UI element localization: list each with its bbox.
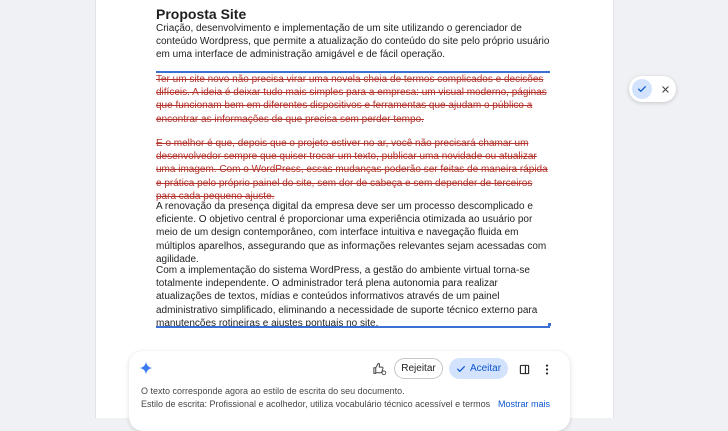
inserted-paragraph-1[interactable]: A renovação da presença digital da empre…	[156, 200, 551, 266]
show-more-link[interactable]: Mostrar mais	[498, 399, 550, 409]
deleted-paragraph-2[interactable]: E o melhor é que, depois que o projeto e…	[156, 137, 548, 203]
accept-button-label: Aceitar	[469, 363, 502, 374]
check-icon	[638, 86, 646, 92]
edit-range-bottom-marker	[156, 323, 551, 328]
dismiss-suggestion-button[interactable]	[656, 79, 674, 99]
side-panel-icon	[519, 364, 529, 374]
deleted-blank-line	[156, 126, 548, 136]
reject-button[interactable]: Rejeitar	[394, 358, 443, 379]
accept-suggestion-button[interactable]	[632, 79, 652, 99]
open-side-panel-button[interactable]	[514, 359, 534, 379]
deleted-paragraph-1[interactable]: Ter um site novo não precisa virar uma n…	[156, 73, 548, 126]
check-icon	[456, 365, 465, 372]
thumbs-feedback-icon	[372, 362, 386, 376]
suggestion-action-chip	[629, 76, 676, 102]
close-icon	[661, 85, 669, 93]
gemini-suggestion-panel: Rejeitar Aceitar O texto corresponde ago…	[129, 351, 570, 431]
writing-style-description: Estilo de escrita: Profissional e acolhe…	[141, 399, 491, 409]
intro-paragraph[interactable]: Criação, desenvolvimento e implementação…	[156, 22, 551, 62]
inserted-paragraph-2[interactable]: Com a implementação do sistema WordPress…	[156, 264, 551, 330]
accept-button[interactable]: Aceitar	[449, 358, 508, 379]
gemini-sparkle-icon	[139, 361, 153, 375]
document-title[interactable]: Proposta Site	[156, 6, 246, 23]
status-message: O texto corresponde agora ao estilo de e…	[141, 386, 405, 396]
more-vert-icon	[545, 363, 549, 375]
suggested-edit-block: Ter um site novo não precisa virar uma n…	[156, 71, 550, 202]
more-options-button[interactable]	[537, 359, 557, 379]
feedback-button[interactable]	[369, 359, 389, 379]
